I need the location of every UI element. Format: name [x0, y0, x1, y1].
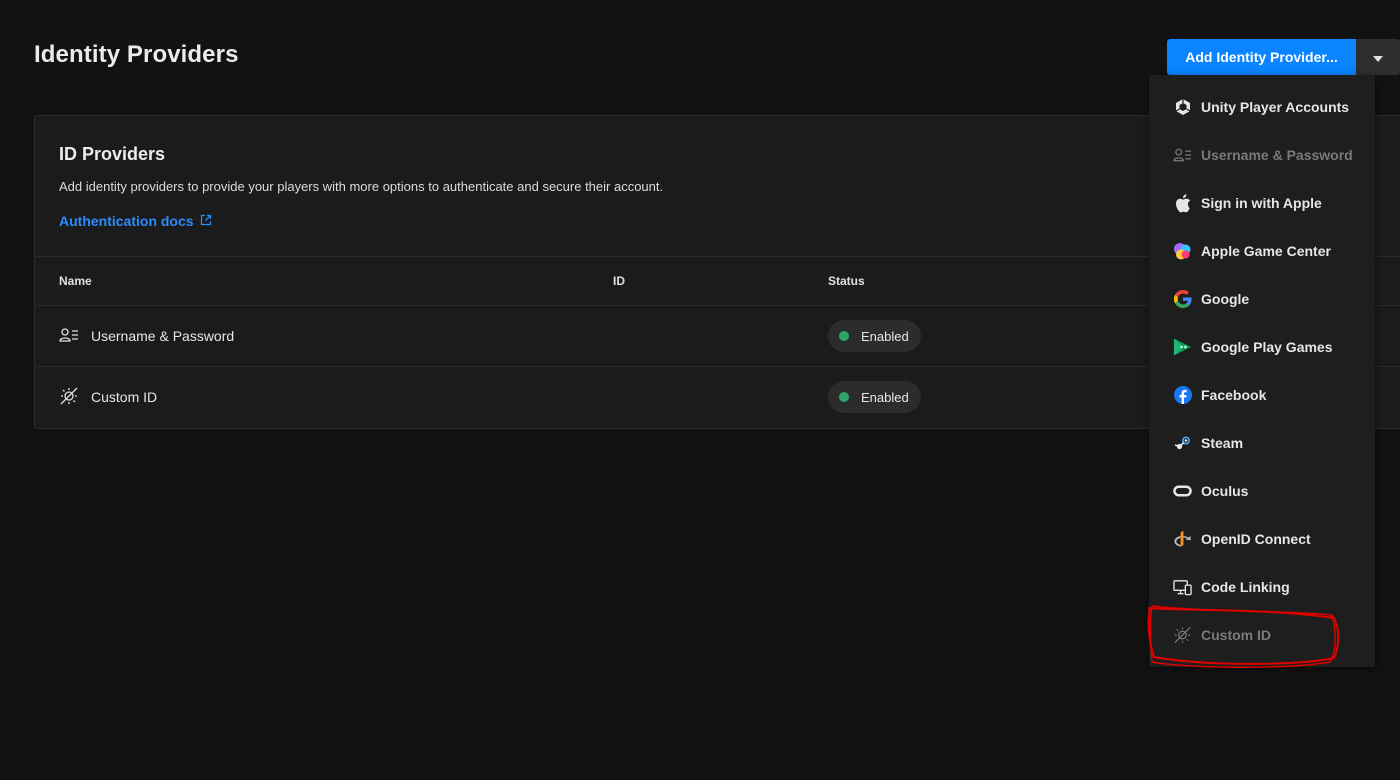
steam-icon	[1173, 434, 1192, 453]
add-provider-menu: Unity Player Accounts Username & Passwor…	[1149, 75, 1375, 667]
menu-item-unity-player-accounts[interactable]: Unity Player Accounts	[1149, 83, 1375, 131]
menu-item-label: Sign in with Apple	[1201, 195, 1322, 211]
menu-item-custom-id: Custom ID	[1149, 611, 1375, 659]
provider-name-cell: Username & Password	[59, 306, 234, 366]
menu-item-label: Oculus	[1201, 483, 1249, 499]
provider-name-cell: Custom ID	[59, 367, 157, 427]
menu-item-label: Apple Game Center	[1201, 243, 1331, 259]
menu-item-sign-in-with-apple[interactable]: Sign in with Apple	[1149, 179, 1375, 227]
menu-item-label: Google Play Games	[1201, 339, 1333, 355]
add-identity-provider-button[interactable]: Add Identity Provider...	[1167, 39, 1356, 75]
card-description: Add identity providers to provide your p…	[59, 179, 664, 194]
column-header-name[interactable]: Name	[59, 274, 92, 288]
menu-item-label: Google	[1201, 291, 1250, 307]
column-header-id[interactable]: ID	[613, 274, 625, 288]
menu-item-facebook[interactable]: Facebook	[1149, 371, 1375, 419]
game-center-icon	[1173, 242, 1192, 261]
custom-id-icon	[59, 386, 79, 409]
menu-item-code-linking[interactable]: Code Linking	[1149, 563, 1375, 611]
status-badge: Enabled	[828, 381, 921, 413]
menu-item-label: Username & Password	[1201, 147, 1353, 163]
provider-name: Username & Password	[91, 328, 235, 344]
code-linking-icon	[1173, 578, 1192, 597]
card-title: ID Providers	[59, 144, 166, 164]
menu-item-oculus[interactable]: Oculus	[1149, 467, 1375, 515]
add-provider-dropdown-toggle[interactable]	[1356, 39, 1400, 75]
external-link-icon	[200, 213, 212, 229]
status-dot	[839, 392, 849, 402]
menu-item-label: Facebook	[1201, 387, 1267, 403]
unity-icon	[1173, 98, 1192, 117]
openid-icon	[1173, 530, 1192, 549]
page-title: Identity Providers	[34, 41, 239, 68]
menu-item-google-play-games[interactable]: Google Play Games	[1149, 323, 1375, 371]
menu-item-apple-game-center[interactable]: Apple Game Center	[1149, 227, 1375, 275]
facebook-icon	[1173, 386, 1192, 405]
google-play-games-icon	[1173, 338, 1192, 357]
menu-item-label: Code Linking	[1201, 579, 1290, 595]
menu-item-steam[interactable]: Steam	[1149, 419, 1375, 467]
add-provider-button-group: Add Identity Provider...	[1167, 39, 1400, 75]
column-header-status[interactable]: Status	[828, 274, 865, 288]
status-badge: Enabled	[828, 320, 921, 352]
menu-item-openid-connect[interactable]: OpenID Connect	[1149, 515, 1375, 563]
user-list-icon	[1173, 146, 1192, 165]
menu-item-google[interactable]: Google	[1149, 275, 1375, 323]
authentication-docs-link[interactable]: Authentication docs	[59, 213, 212, 229]
status-label: Enabled	[861, 389, 909, 405]
menu-item-label: Unity Player Accounts	[1201, 99, 1350, 115]
provider-name: Custom ID	[91, 389, 158, 405]
user-list-icon	[59, 327, 79, 346]
apple-icon	[1173, 193, 1192, 213]
docs-link-label: Authentication docs	[59, 213, 194, 229]
menu-item-label: Custom ID	[1201, 627, 1271, 643]
menu-item-username-password: Username & Password	[1149, 131, 1375, 179]
google-icon	[1173, 290, 1192, 309]
status-dot	[839, 331, 849, 341]
caret-down-icon	[1373, 50, 1383, 65]
menu-item-label: OpenID Connect	[1201, 531, 1311, 547]
status-label: Enabled	[861, 328, 909, 344]
oculus-icon	[1173, 482, 1192, 501]
menu-item-label: Steam	[1201, 435, 1244, 451]
custom-id-icon	[1173, 626, 1192, 645]
